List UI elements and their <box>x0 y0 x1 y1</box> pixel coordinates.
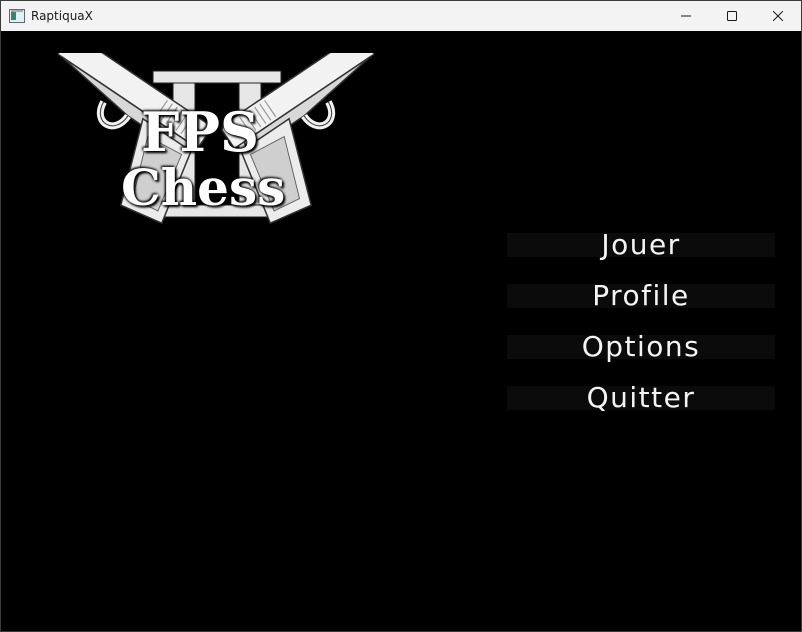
minimize-icon <box>681 15 691 17</box>
quit-button-label: Quitter <box>586 381 696 414</box>
window-controls <box>663 1 801 31</box>
main-menu: Jouer Profile Options Quitter <box>507 229 775 437</box>
profile-button-label: Profile <box>592 279 690 312</box>
logo-title-chess: Chess <box>121 158 286 217</box>
close-button[interactable] <box>755 1 801 31</box>
logo-title-fps: FPS <box>141 100 259 164</box>
close-icon <box>773 11 783 21</box>
options-button[interactable]: Options <box>507 331 775 363</box>
game-viewport: FPS Chess Jouer Profile Options Quitter <box>1 31 801 631</box>
game-logo: FPS Chess <box>23 53 409 225</box>
maximize-icon <box>727 11 737 21</box>
window-title: RaptiquaX <box>31 9 93 23</box>
minimize-button[interactable] <box>663 1 709 31</box>
play-button-label: Jouer <box>601 228 681 261</box>
app-window-icon <box>9 8 25 24</box>
quit-button[interactable]: Quitter <box>507 382 775 414</box>
play-button[interactable]: Jouer <box>507 229 775 261</box>
maximize-button[interactable] <box>709 1 755 31</box>
profile-button[interactable]: Profile <box>507 280 775 312</box>
title-bar[interactable]: RaptiquaX <box>1 1 801 31</box>
options-button-label: Options <box>581 330 701 363</box>
app-window: RaptiquaX FPS Chess Jouer Profile Option… <box>0 0 802 632</box>
